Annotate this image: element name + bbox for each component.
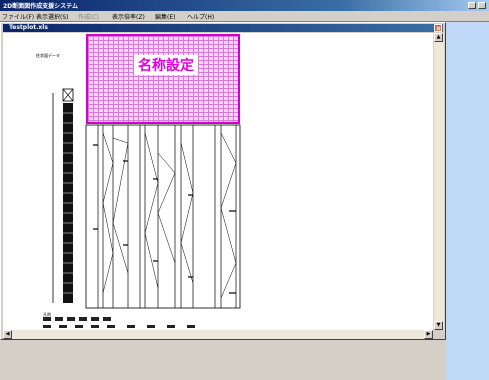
cross-section-drawing [43,88,241,328]
workspace: Testplot.xls 柱状図データ 名称設定 凡例 ▲ ▼ ◀ ▶ [0,22,489,380]
desktop-background [446,22,489,380]
arrow-right-icon[interactable]: ▶ [424,330,433,339]
status-area [0,340,446,380]
drawing-canvas: 柱状図データ 名称設定 凡例 [3,33,433,330]
maximize-button[interactable] [478,2,486,9]
arrow-up-icon[interactable]: ▲ [434,33,443,42]
document-window: Testplot.xls 柱状図データ 名称設定 凡例 ▲ ▼ ◀ ▶ [0,22,446,340]
menu-create[interactable]: 作成(C) [78,12,99,21]
menu-bar: ファイル(F) 表示選択(S) 作成(C) 表示倍率(Z) 編集(E) ヘルプ(… [0,11,489,22]
menu-zoom[interactable]: 表示倍率(Z) [112,12,145,21]
document-title: Testplot.xls [9,24,48,31]
arrow-left-icon[interactable]: ◀ [3,330,12,339]
vertical-scrollbar[interactable]: ▲ ▼ [434,33,444,330]
horizontal-scrollbar[interactable]: ◀ ▶ [3,330,433,339]
menu-help[interactable]: ヘルプ(H) [187,12,214,21]
menu-view-select[interactable]: 表示選択(S) [36,12,69,21]
document-title-bar: Testplot.xls [3,24,443,32]
menu-file[interactable]: ファイル(F) [2,12,34,21]
app-title: 2D断面図作成支援システム [3,3,78,10]
close-icon[interactable] [434,24,442,32]
minimize-button[interactable] [468,2,476,9]
app-title-bar: 2D断面図作成支援システム [0,0,489,11]
legend-title: 凡例 [43,312,51,317]
arrow-down-icon[interactable]: ▼ [434,321,443,330]
menu-edit[interactable]: 編集(E) [155,12,175,21]
